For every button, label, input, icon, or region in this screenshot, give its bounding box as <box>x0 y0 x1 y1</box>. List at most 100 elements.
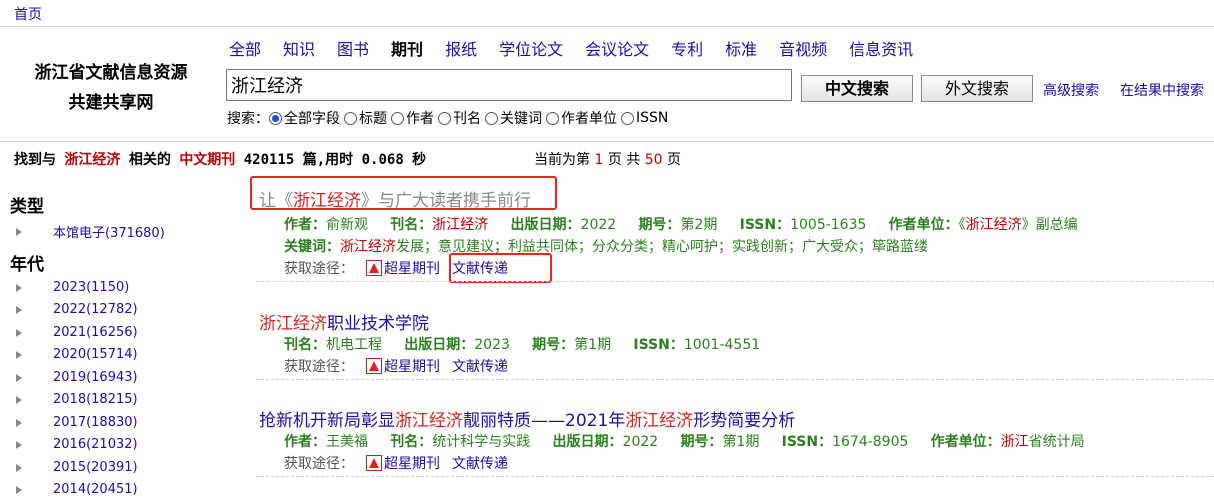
acquisition-label: 获取途径： <box>284 261 354 277</box>
radio-all-fields[interactable]: 全部字段 <box>269 108 340 128</box>
facet-item-year[interactable]: 2017(18830) <box>16 415 138 430</box>
tab-patents[interactable]: 专利 <box>671 36 703 60</box>
document-delivery-link[interactable]: 文献传递 <box>452 453 508 473</box>
facet-item-year[interactable]: 2019(16943) <box>16 370 138 385</box>
radio-dot[interactable] <box>546 111 559 125</box>
triangle-icon <box>16 463 22 472</box>
chaoxing-journal-link[interactable]: 超星期刊 <box>384 258 440 278</box>
facet-link[interactable]: 2022(12782) <box>53 302 138 317</box>
result-title[interactable]: 让《浙江经济》与广大读者携手前行 <box>259 186 531 211</box>
result-meta: 作者：王美福 刊名：统计科学与实践 出版日期：2022 期号：第1期 ISSN：… <box>284 431 1085 451</box>
facet-item-year[interactable]: 2020(15714) <box>16 347 138 362</box>
result-keywords: 关键词：浙江经济发展；意见建议；利益共同体；分众分类；精心呵护；实践创新；广大受… <box>284 236 928 256</box>
date-label: 出版日期： <box>404 337 475 353</box>
facet-item-year[interactable]: 2022(12782) <box>16 302 138 317</box>
facet-link[interactable]: 2023(1150) <box>53 280 129 295</box>
title-part: 职业技术学院 <box>327 314 429 334</box>
acquisition-label: 获取途径： <box>284 456 354 472</box>
tab-news[interactable]: 信息资讯 <box>849 36 913 60</box>
issn-label: ISSN： <box>781 434 833 450</box>
title-highlight: 浙江经济 <box>293 191 361 211</box>
pdf-icon <box>366 455 382 471</box>
tab-knowledge[interactable]: 知识 <box>283 36 315 60</box>
page-info: 当前为第 1 页 共 50 页 <box>534 149 681 169</box>
radio-dot[interactable] <box>621 111 634 125</box>
radio-label: ISSN <box>636 110 669 126</box>
facet-link[interactable]: 本馆电子(371680) <box>53 222 165 241</box>
facet-link[interactable]: 2021(16256) <box>53 325 138 340</box>
facet-item-year[interactable]: 2018(18215) <box>16 392 138 407</box>
facet-item-year[interactable]: 2014(20451) <box>16 482 138 497</box>
facet-link[interactable]: 2017(18830) <box>53 415 138 430</box>
tab-newspapers[interactable]: 报纸 <box>445 36 477 60</box>
search-within-results-link[interactable]: 在结果中搜索 <box>1120 80 1204 100</box>
facet-item-year[interactable]: 2021(16256) <box>16 325 138 340</box>
facet-item-year[interactable]: 2015(20391) <box>16 460 138 475</box>
advanced-search-link[interactable]: 高级搜索 <box>1043 80 1099 100</box>
radio-keyword[interactable]: 关键词 <box>485 108 542 128</box>
radio-label: 关键词 <box>500 111 542 127</box>
radio-dot[interactable] <box>485 111 498 125</box>
radio-dot[interactable] <box>391 111 404 125</box>
radio-label: 全部字段 <box>284 111 340 127</box>
tab-books[interactable]: 图书 <box>337 36 369 60</box>
tab-media[interactable]: 音视频 <box>779 36 827 60</box>
facet-link[interactable]: 2018(18215) <box>53 392 138 407</box>
title-part: 形势简要分析 <box>693 411 796 431</box>
radio-dot[interactable] <box>438 111 451 125</box>
author-label: 作者： <box>284 217 326 233</box>
header-divider <box>0 141 1214 142</box>
facet-item-type[interactable]: 本馆电子(371680) <box>16 222 165 241</box>
document-delivery-link[interactable]: 文献传递 <box>452 356 508 376</box>
triangle-icon <box>16 418 22 427</box>
radio-label: 作者 <box>406 111 434 127</box>
title-part: 》与广大读者携手前行 <box>361 191 531 211</box>
issue-label: 期号： <box>532 337 575 353</box>
facet-item-year[interactable]: 2023(1150) <box>16 280 129 295</box>
home-link[interactable]: 首页 <box>14 4 42 24</box>
tab-journals[interactable]: 期刊 <box>391 36 423 60</box>
unit-part: 省统计局 <box>1028 434 1085 450</box>
unit-highlight: 浙江 <box>1000 434 1029 450</box>
tab-conference[interactable]: 会议论文 <box>585 36 649 60</box>
result-divider <box>256 379 1214 380</box>
facet-link[interactable]: 2014(20451) <box>53 482 138 497</box>
chinese-search-button[interactable]: 中文搜索 <box>801 75 913 102</box>
page-current: 1 <box>594 152 604 168</box>
tab-theses[interactable]: 学位论文 <box>499 36 563 60</box>
triangle-icon <box>16 227 22 236</box>
title-highlight: 浙江经济 <box>395 411 463 431</box>
search-field-label: 搜索： <box>227 111 269 127</box>
result-title[interactable]: 浙江经济职业技术学院 <box>259 309 429 334</box>
site-logo[interactable]: 浙江省文献信息资源 共建共享网 <box>0 58 222 118</box>
facet-link[interactable]: 2016(21032) <box>53 437 138 452</box>
issn-value: 1005-1635 <box>790 217 867 233</box>
radio-title[interactable]: 标题 <box>344 108 387 128</box>
result-title[interactable]: 抢新机开新局彰显浙江经济靓丽特质——2021年浙江经济形势简要分析 <box>259 406 795 431</box>
date-label: 出版日期： <box>510 217 581 233</box>
chaoxing-journal-link[interactable]: 超星期刊 <box>384 356 440 376</box>
radio-label: 标题 <box>359 111 387 127</box>
radio-label: 作者单位 <box>561 111 617 127</box>
facet-link[interactable]: 2015(20391) <box>53 460 138 475</box>
triangle-icon <box>16 373 22 382</box>
foreign-search-button[interactable]: 外文搜索 <box>921 75 1033 102</box>
top-bar <box>0 0 1214 27</box>
radio-author-unit[interactable]: 作者单位 <box>546 108 617 128</box>
triangle-icon <box>16 440 22 449</box>
result-meta: 刊名：机电工程 出版日期：2023 期号：第1期 ISSN：1001-4551 <box>284 334 760 354</box>
chaoxing-journal-link[interactable]: 超星期刊 <box>384 453 440 473</box>
radio-author[interactable]: 作者 <box>391 108 434 128</box>
facet-link[interactable]: 2020(15714) <box>53 347 138 362</box>
journal-label: 刊名： <box>284 337 326 353</box>
radio-journal[interactable]: 刊名 <box>438 108 481 128</box>
search-input[interactable] <box>226 69 792 101</box>
facet-link[interactable]: 2019(16943) <box>53 370 138 385</box>
facet-item-year[interactable]: 2016(21032) <box>16 437 138 452</box>
date-value: 2023 <box>474 337 510 353</box>
radio-issn[interactable]: ISSN <box>621 110 668 126</box>
radio-dot[interactable] <box>269 111 282 125</box>
tab-all[interactable]: 全部 <box>229 36 261 60</box>
radio-dot[interactable] <box>344 111 357 125</box>
tab-standards[interactable]: 标准 <box>725 36 757 60</box>
